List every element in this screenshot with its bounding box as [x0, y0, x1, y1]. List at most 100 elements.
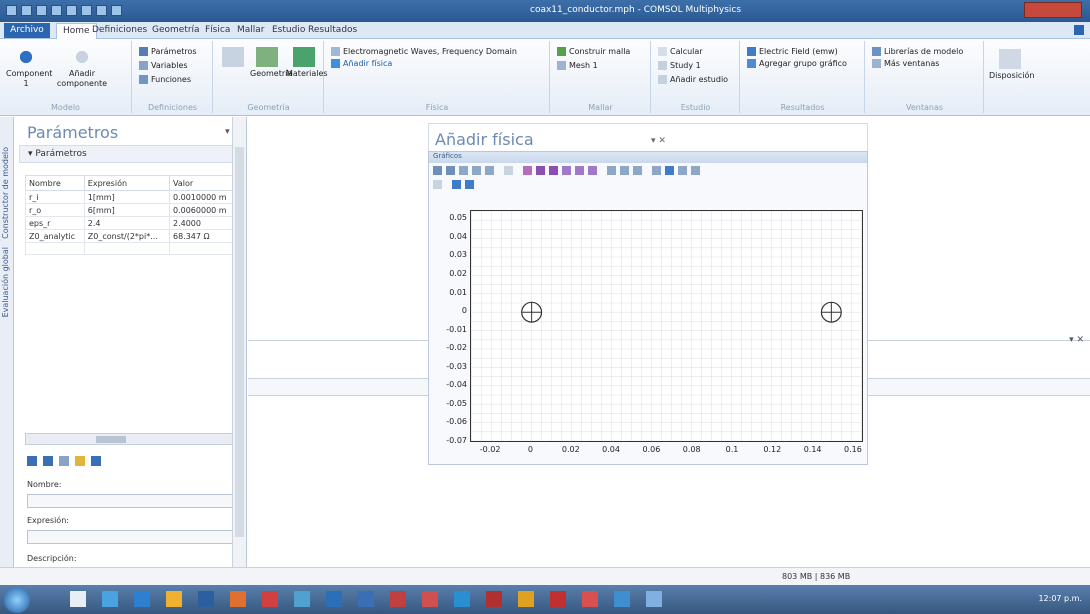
param-expression[interactable]: 2.4 — [83, 216, 170, 231]
taskbar-app-icon[interactable] — [326, 591, 342, 607]
param-name[interactable]: r_o — [25, 203, 85, 218]
mesh-dropdown[interactable]: Mesh 1 — [557, 61, 598, 70]
camera-icon[interactable] — [452, 180, 461, 189]
functions-button[interactable]: Funciones — [139, 75, 191, 84]
electric-field-dropdown[interactable]: Electric Field (emw) — [747, 47, 838, 56]
parameters-table[interactable]: Nombre Expresión Valor r_i 1[mm] 0.00100… — [25, 174, 238, 255]
grid-icon[interactable] — [485, 166, 494, 175]
taskbar-app-icon[interactable] — [230, 591, 246, 607]
variables-button[interactable]: Variables — [139, 61, 188, 70]
taskbar-app-icon[interactable] — [70, 591, 86, 607]
scene-light-icon[interactable] — [665, 166, 674, 175]
physics-dropdown[interactable]: Electromagnetic Waves, Frequency Domain — [331, 47, 517, 56]
scroll-thumb[interactable] — [96, 436, 126, 443]
save-icon[interactable] — [36, 5, 47, 16]
redo-icon[interactable] — [66, 5, 77, 16]
table-row[interactable]: Z0_analytic Z0_const/(2*pi*... 68.347 Ω — [25, 229, 238, 244]
column-header[interactable]: Nombre — [25, 174, 85, 192]
wireframe-icon[interactable] — [620, 166, 629, 175]
add-component-button[interactable]: Añadir componente — [52, 47, 112, 89]
undo-icon[interactable] — [51, 5, 62, 16]
param-expression[interactable]: Z0_const/(2*pi*... — [83, 229, 170, 244]
mesh-view-icon[interactable] — [633, 166, 642, 175]
taskbar-app-icon[interactable] — [262, 591, 278, 607]
param-expression[interactable]: 1[mm] — [83, 190, 170, 205]
taskbar-app-icon[interactable] — [454, 591, 470, 607]
domain-icon[interactable] — [536, 166, 545, 175]
add-study-button[interactable]: Añadir estudio — [658, 75, 728, 84]
measure-icon[interactable] — [588, 166, 597, 175]
name-field[interactable] — [27, 494, 241, 508]
delete-icon[interactable] — [59, 456, 69, 466]
param-name[interactable]: eps_r — [25, 216, 85, 231]
tab-resultados[interactable]: Resultados — [308, 25, 357, 35]
zoom-box-icon[interactable] — [459, 166, 468, 175]
paste-icon[interactable] — [96, 5, 107, 16]
column-header[interactable]: Valor — [168, 174, 238, 192]
table-row[interactable]: r_i 1[mm] 0.0010000 m — [25, 190, 238, 205]
load-icon[interactable] — [75, 456, 85, 466]
taskbar-app-icon[interactable] — [198, 591, 214, 607]
column-header[interactable]: Expresión — [83, 174, 170, 192]
parameters-section-header[interactable]: ▾ Parámetros — [19, 145, 239, 163]
study-dropdown[interactable]: Study 1 — [658, 61, 701, 70]
help-icon[interactable] — [1074, 25, 1084, 35]
taskbar-app-icon[interactable] — [166, 591, 182, 607]
compute-button[interactable]: Calcular — [658, 47, 703, 56]
taskbar-app-icon[interactable] — [134, 591, 150, 607]
expression-field[interactable] — [27, 530, 241, 544]
taskbar-app-icon[interactable] — [486, 591, 502, 607]
panel-vertical-scrollbar[interactable] — [232, 117, 246, 567]
param-expression[interactable]: 6[mm] — [83, 203, 170, 218]
window-controls[interactable] — [1024, 2, 1082, 18]
taskbar-app-icon[interactable] — [582, 591, 598, 607]
geometry-plot[interactable] — [470, 210, 863, 442]
new-icon[interactable] — [6, 5, 17, 16]
tab-home[interactable]: Home — [56, 23, 97, 39]
tab-geometria[interactable]: Geometría — [152, 25, 200, 35]
geometry-button[interactable]: Geometría — [250, 47, 292, 79]
add-physics-button[interactable]: Añadir física — [331, 59, 392, 68]
taskbar-app-icon[interactable] — [422, 591, 438, 607]
horizontal-scrollbar[interactable] — [25, 433, 235, 445]
panel-close-icon[interactable]: ▾ ✕ — [651, 136, 666, 146]
import-button[interactable] — [218, 47, 248, 69]
tab-fisica[interactable]: Física — [205, 25, 230, 35]
quick-access-toolbar[interactable] — [6, 5, 122, 16]
taskbar-app-icon[interactable] — [358, 591, 374, 607]
transparency-icon[interactable] — [575, 166, 584, 175]
move-down-icon[interactable] — [43, 456, 53, 466]
file-menu-button[interactable]: Archivo — [4, 23, 50, 38]
scroll-thumb[interactable] — [235, 147, 244, 537]
tab-model-builder[interactable]: Constructor de modelo — [1, 147, 10, 239]
add-plot-group-button[interactable]: Agregar grupo gráfico — [747, 59, 847, 68]
render-icon[interactable] — [607, 166, 616, 175]
select-icon[interactable] — [523, 166, 532, 175]
layout-button[interactable]: Disposición — [989, 49, 1035, 81]
table-row[interactable]: eps_r 2.4 2.4000 — [25, 216, 238, 231]
param-name[interactable]: Z0_analytic — [25, 229, 85, 244]
point-icon[interactable] — [562, 166, 571, 175]
component-button[interactable]: Component 1 — [6, 47, 52, 89]
move-up-icon[interactable] — [27, 456, 37, 466]
parameters-button[interactable]: Parámetros — [139, 47, 197, 56]
more-windows-button[interactable]: Más ventanas — [872, 59, 939, 68]
pane-controls-icon[interactable]: ▾ ✕ — [1069, 335, 1084, 345]
taskbar-app-icon[interactable] — [294, 591, 310, 607]
start-button[interactable] — [4, 587, 30, 613]
taskbar-app-icon[interactable] — [390, 591, 406, 607]
settings-icon[interactable] — [111, 5, 122, 16]
model-libraries-button[interactable]: Librerías de modelo — [872, 47, 963, 56]
param-name[interactable]: r_i — [25, 190, 85, 205]
table-row[interactable]: r_o 6[mm] 0.0060000 m — [25, 203, 238, 218]
build-mesh-button[interactable]: Construir malla — [557, 47, 630, 56]
table-row-empty[interactable] — [25, 242, 238, 255]
copy-icon[interactable] — [81, 5, 92, 16]
open-icon[interactable] — [21, 5, 32, 16]
print-icon[interactable] — [465, 180, 474, 189]
save-file-icon[interactable] — [91, 456, 101, 466]
zoom-out-icon[interactable] — [446, 166, 455, 175]
tab-mallar[interactable]: Mallar — [237, 25, 265, 35]
taskbar-app-icon[interactable] — [550, 591, 566, 607]
materials-button[interactable]: Materiales — [286, 47, 328, 79]
